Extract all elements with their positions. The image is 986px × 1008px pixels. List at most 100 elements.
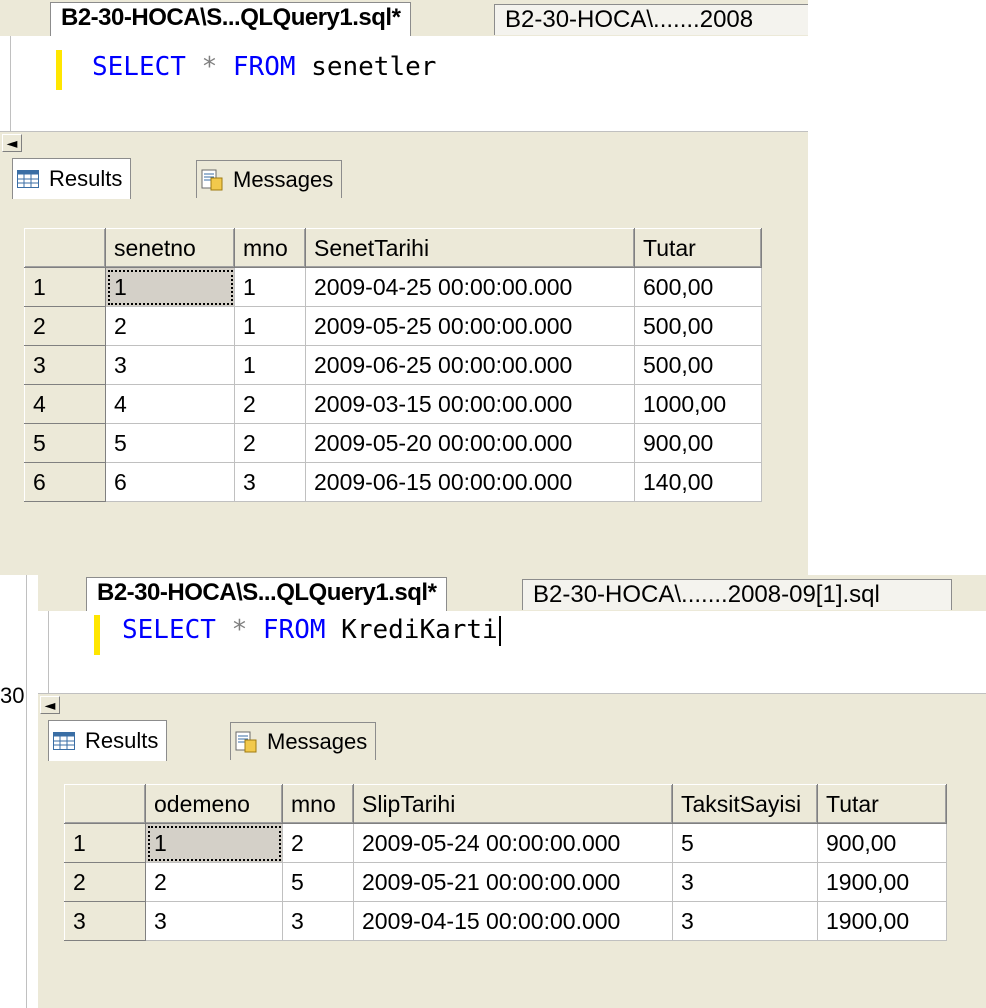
table-cell[interactable]: 3 bbox=[145, 901, 283, 941]
table-row[interactable]: 4 4 2 2009-03-15 00:00:00.000 1000,00 bbox=[24, 384, 762, 424]
table-cell[interactable]: 2009-04-15 00:00:00.000 bbox=[353, 901, 673, 941]
editor-horizontal-scrollbar[interactable]: ◄ bbox=[0, 131, 808, 154]
messages-tab-label: Messages bbox=[233, 166, 334, 192]
table-cell[interactable]: 3 bbox=[672, 901, 818, 941]
tab-messages[interactable]: Messages bbox=[230, 722, 377, 760]
table-cell[interactable]: 2 bbox=[234, 384, 306, 424]
scroll-left-arrow-icon[interactable]: ◄ bbox=[40, 696, 60, 714]
table-cell[interactable]: 1 bbox=[145, 823, 283, 863]
scroll-left-arrow-icon[interactable]: ◄ bbox=[2, 134, 22, 152]
star-operator: * bbox=[231, 615, 248, 645]
table-cell[interactable]: 900,00 bbox=[634, 423, 762, 463]
table-row[interactable]: 3 3 1 2009-06-25 00:00:00.000 500,00 bbox=[24, 345, 762, 385]
table-cell[interactable]: 2009-06-15 00:00:00.000 bbox=[305, 462, 635, 502]
table-cell[interactable]: 3 bbox=[234, 462, 306, 502]
table-cell[interactable]: 4 bbox=[105, 384, 235, 424]
column-header-tutar[interactable]: Tutar bbox=[634, 228, 762, 268]
tab-results[interactable]: Results bbox=[12, 158, 132, 199]
tab-2008-script[interactable]: B2-30-HOCA\.......2008 bbox=[494, 4, 808, 35]
table-cell[interactable]: 2009-06-25 00:00:00.000 bbox=[305, 345, 635, 385]
table-row[interactable]: 1 1 2 2009-05-24 00:00:00.000 5 900,00 bbox=[64, 823, 947, 863]
table-cell[interactable]: 2 bbox=[282, 823, 354, 863]
row-header[interactable]: 3 bbox=[64, 901, 146, 941]
tab-sqlquery1[interactable]: B2-30-HOCA\S...QLQuery1.sql* bbox=[50, 2, 412, 37]
results-tabstrip: Results Messages bbox=[38, 716, 986, 761]
change-indicator bbox=[56, 50, 62, 90]
table-cell[interactable]: 1 bbox=[234, 306, 306, 346]
table-cell[interactable]: 2009-03-15 00:00:00.000 bbox=[305, 384, 635, 424]
table-cell[interactable]: 5 bbox=[282, 862, 354, 902]
table-cell[interactable]: 5 bbox=[672, 823, 818, 863]
corner-header[interactable] bbox=[64, 784, 146, 824]
background-window-text: 30 bbox=[0, 683, 25, 708]
column-header-sliptarihi[interactable]: SlipTarihi bbox=[353, 784, 673, 824]
results-tabstrip: Results Messages bbox=[0, 154, 808, 199]
sql-code-line[interactable]: SELECT * FROM senetler bbox=[92, 52, 436, 82]
table-cell[interactable]: 500,00 bbox=[634, 306, 762, 346]
row-header[interactable]: 3 bbox=[24, 345, 106, 385]
messages-icon bbox=[235, 731, 257, 752]
row-header[interactable]: 6 bbox=[24, 462, 106, 502]
sql-editor[interactable]: SELECT * FROM KrediKarti bbox=[38, 611, 986, 693]
row-header[interactable]: 5 bbox=[24, 423, 106, 463]
sql-editor[interactable]: SELECT * FROM senetler bbox=[0, 36, 808, 131]
tab-2008-09-script[interactable]: B2-30-HOCA\.......2008-09[1].sql bbox=[522, 579, 952, 610]
table-cell[interactable]: 2 bbox=[145, 862, 283, 902]
column-header-taksitsayisi[interactable]: TaksitSayisi bbox=[672, 784, 818, 824]
table-row[interactable]: 1 1 1 2009-04-25 00:00:00.000 600,00 bbox=[24, 267, 762, 307]
table-cell[interactable]: 1000,00 bbox=[634, 384, 762, 424]
table-cell[interactable]: 2009-05-24 00:00:00.000 bbox=[353, 823, 673, 863]
row-header[interactable]: 1 bbox=[64, 823, 146, 863]
table-cell[interactable]: 140,00 bbox=[634, 462, 762, 502]
tab-results[interactable]: Results bbox=[48, 720, 168, 761]
document-tabstrip: B2-30-HOCA\S...QLQuery1.sql* B2-30-HOCA\… bbox=[38, 575, 986, 612]
row-header[interactable]: 2 bbox=[64, 862, 146, 902]
results-pane: Results Messages senetno mno SenetTarihi… bbox=[0, 154, 808, 575]
results-grid[interactable]: senetno mno SenetTarihi Tutar 1 1 1 2009-04… bbox=[24, 228, 762, 502]
background-window-edge: 30 bbox=[0, 575, 27, 1008]
table-cell[interactable]: 600,00 bbox=[634, 267, 762, 307]
column-header-mno[interactable]: mno bbox=[282, 784, 354, 824]
column-header-odemeno[interactable]: odemeno bbox=[145, 784, 283, 824]
column-header-tutar[interactable]: Tutar bbox=[817, 784, 947, 824]
table-cell[interactable]: 1 bbox=[105, 267, 235, 307]
keyword-from: FROM bbox=[232, 52, 296, 82]
tab-sqlquery1[interactable]: B2-30-HOCA\S...QLQuery1.sql* bbox=[86, 577, 448, 612]
table-row[interactable]: 3 3 3 2009-04-15 00:00:00.000 3 1900,00 bbox=[64, 901, 947, 941]
row-header[interactable]: 4 bbox=[24, 384, 106, 424]
table-cell[interactable]: 1900,00 bbox=[817, 901, 947, 941]
table-row[interactable]: 2 2 1 2009-05-25 00:00:00.000 500,00 bbox=[24, 306, 762, 346]
table-cell[interactable]: 5 bbox=[105, 423, 235, 463]
column-header-senettarihi[interactable]: SenetTarihi bbox=[305, 228, 635, 268]
table-cell[interactable]: 2009-05-20 00:00:00.000 bbox=[305, 423, 635, 463]
table-row[interactable]: 2 2 5 2009-05-21 00:00:00.000 3 1900,00 bbox=[64, 862, 947, 902]
row-header[interactable]: 2 bbox=[24, 306, 106, 346]
tab-messages[interactable]: Messages bbox=[196, 160, 343, 198]
keyword-select: SELECT bbox=[92, 52, 186, 82]
column-header-mno[interactable]: mno bbox=[234, 228, 306, 268]
table-cell[interactable]: 6 bbox=[105, 462, 235, 502]
table-cell[interactable]: 3 bbox=[282, 901, 354, 941]
column-header-senetno[interactable]: senetno bbox=[105, 228, 235, 268]
table-cell[interactable]: 1 bbox=[234, 267, 306, 307]
table-row[interactable]: 5 5 2 2009-05-20 00:00:00.000 900,00 bbox=[24, 423, 762, 463]
table-cell[interactable]: 3 bbox=[105, 345, 235, 385]
corner-header[interactable] bbox=[24, 228, 106, 268]
table-cell[interactable]: 2 bbox=[234, 423, 306, 463]
table-cell[interactable]: 2009-05-25 00:00:00.000 bbox=[305, 306, 635, 346]
keyword-select: SELECT bbox=[122, 615, 216, 645]
table-cell[interactable]: 2009-05-21 00:00:00.000 bbox=[353, 862, 673, 902]
table-cell[interactable]: 2009-04-25 00:00:00.000 bbox=[305, 267, 635, 307]
table-cell[interactable]: 2 bbox=[105, 306, 235, 346]
table-cell[interactable]: 500,00 bbox=[634, 345, 762, 385]
table-row[interactable]: 6 6 3 2009-06-15 00:00:00.000 140,00 bbox=[24, 462, 762, 502]
table-cell[interactable]: 1900,00 bbox=[817, 862, 947, 902]
table-cell[interactable]: 3 bbox=[672, 862, 818, 902]
row-header[interactable]: 1 bbox=[24, 267, 106, 307]
sql-code-line[interactable]: SELECT * FROM KrediKarti bbox=[122, 615, 501, 646]
table-cell[interactable]: 1 bbox=[234, 345, 306, 385]
results-grid[interactable]: odemeno mno SlipTarihi TaksitSayisi Tuta… bbox=[64, 784, 947, 941]
table-cell[interactable]: 900,00 bbox=[817, 823, 947, 863]
editor-horizontal-scrollbar[interactable]: ◄ bbox=[38, 693, 986, 716]
grid-header-row: odemeno mno SlipTarihi TaksitSayisi Tuta… bbox=[64, 784, 947, 824]
